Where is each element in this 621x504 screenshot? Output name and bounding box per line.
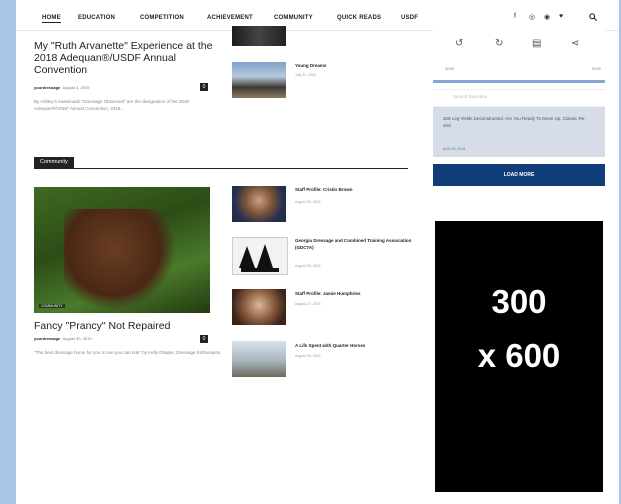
list-item-date: August 27, 2019 — [295, 302, 321, 306]
featured-category-tag[interactable]: COMMUNITY — [39, 304, 65, 308]
side-top-date: July 31, 2019 — [295, 73, 316, 77]
nav-achievement[interactable]: ACHIEVEMENT — [207, 15, 253, 21]
twitter-icon[interactable]: ♥ — [559, 13, 563, 20]
article-excerpt: By Ashley's Asaminado "Dressage Obsessed… — [34, 99, 189, 111]
ad-size-line2: x 600 — [477, 337, 561, 374]
list-item-title[interactable]: Staff Profile: Cristin Brown — [295, 186, 415, 193]
side-top-title[interactable]: Young Dreams — [295, 62, 415, 69]
facebook-icon[interactable]: f — [514, 13, 516, 20]
nav-usdf[interactable]: USDF — [401, 15, 418, 21]
list-item-title[interactable]: A Life Spent with Quarter Horses — [295, 342, 415, 349]
episode-search-placeholder: Search Episodes — [453, 94, 488, 99]
list-item-date: August 26, 2019 — [295, 354, 321, 358]
list-item-thumbnail[interactable] — [232, 289, 286, 325]
featured-excerpt: "The best dressage horse for you is one … — [34, 350, 222, 355]
episode-title[interactable]: 328 Leg Yields Deconstructed, Are You Re… — [443, 115, 593, 129]
forward-icon[interactable]: ↻ — [495, 38, 503, 49]
horse-image — [64, 209, 174, 309]
comment-count-badge[interactable]: 0 — [200, 83, 208, 91]
nav-education[interactable]: EDUCATION — [78, 15, 115, 21]
article-thumbnail[interactable] — [232, 26, 286, 46]
article-meta: yourdressage August 3, 2019 — [34, 85, 89, 90]
instagram-icon[interactable]: ◎ — [529, 13, 535, 21]
featured-date: August 30, 2019 — [62, 336, 92, 341]
list-item-thumbnail[interactable] — [232, 341, 286, 377]
nav-community[interactable]: COMMUNITY — [274, 15, 313, 21]
nav-competition[interactable]: COMPETITION — [140, 15, 184, 21]
nav-quick-reads[interactable]: QUICK READS — [337, 15, 381, 21]
gdcta-logo-thumbnail[interactable] — [232, 237, 288, 275]
episode-item[interactable]: 328 Leg Yields Deconstructed, Are You Re… — [433, 107, 605, 157]
featured-author[interactable]: yourdressage — [34, 336, 60, 341]
section-label[interactable]: Community — [34, 157, 74, 168]
article-author[interactable]: yourdressage — [34, 85, 60, 90]
search-icon[interactable] — [589, 13, 597, 21]
featured-comment-badge[interactable]: 0 — [200, 335, 208, 343]
article-date: August 3, 2019 — [62, 85, 90, 90]
list-item-title[interactable]: Georgia Dressage and Combined Training A… — [295, 237, 415, 251]
section-divider — [34, 168, 408, 169]
progress-bar[interactable] — [433, 80, 605, 83]
total-time: 00:00 — [592, 67, 601, 71]
rewind-icon[interactable]: ↺ — [455, 38, 463, 49]
young-dreams-thumbnail[interactable] — [232, 62, 286, 98]
list-item-thumbnail[interactable] — [232, 186, 286, 222]
page: HOME EDUCATION COMPETITION ACHIEVEMENT C… — [16, 0, 619, 504]
load-more-button[interactable]: LOAD MORE — [433, 164, 605, 186]
ad-placeholder[interactable]: 300 x 600 — [435, 221, 603, 492]
list-item-date: August 30, 2019 — [295, 200, 321, 204]
list-item-date: August 28, 2019 — [295, 264, 321, 268]
list-item-title[interactable]: Staff Profile: Jamie Humphries — [295, 290, 415, 297]
pinterest-icon[interactable]: ◉ — [544, 13, 550, 21]
share-icon[interactable]: ⋖ — [571, 38, 579, 49]
article-title[interactable]: My "Ruth Arvanette" Experience at the 20… — [34, 40, 226, 76]
ad-size-line1: 300 — [491, 283, 547, 320]
elapsed-time: 00:00 — [445, 67, 454, 71]
featured-image[interactable]: COMMUNITY — [34, 187, 210, 313]
episode-search[interactable]: Search Episodes — [433, 89, 605, 107]
featured-title[interactable]: Fancy "Prancy" Not Repaired — [34, 320, 226, 332]
playlist-icon[interactable]: ▤ — [532, 38, 541, 49]
featured-meta: yourdressage August 30, 2019 — [34, 336, 92, 341]
nav-home[interactable]: HOME — [42, 15, 61, 23]
episode-date: AUG 28, 2019 — [443, 147, 466, 151]
